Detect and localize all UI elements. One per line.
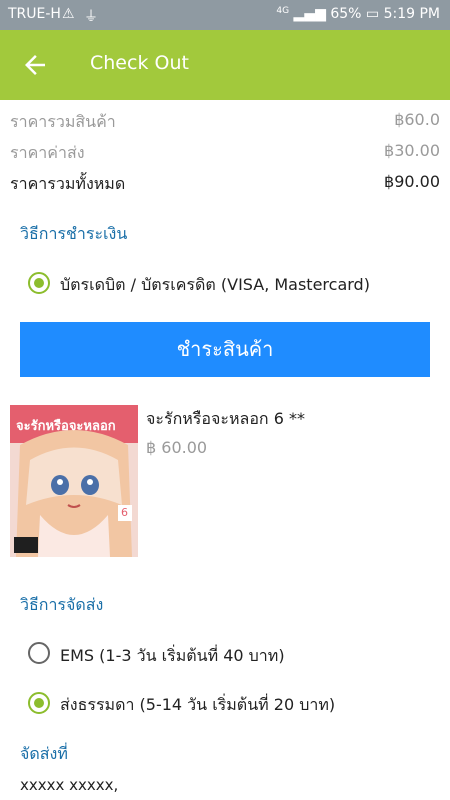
app-bar: Check Out [0,30,450,100]
product-name[interactable]: จะรักหรือจะหลอก 6 ** [146,407,305,432]
warning-icon: ⚠ [62,6,75,22]
shipping-fee-label: ราคาค่าส่ง [10,143,85,162]
address-section-title: จัดส่งที่ [20,744,68,763]
cover-volume: 6 [121,506,128,519]
subtotal-row: ราคารวมสินค้า ฿60.0 [10,110,440,136]
total-label: ราคารวมทั้งหมด [10,174,126,193]
back-arrow-icon[interactable] [20,50,50,80]
subtotal-label: ราคารวมสินค้า [10,112,116,131]
shipping-fee-value: ฿30.00 [384,141,440,160]
network-label: 4G [276,6,290,16]
usb-icon: ⏚ [84,9,98,25]
page-title: Check Out [90,52,189,74]
payment-section-title: วิธีการชำระเงิน [20,224,128,243]
battery-label: 65% [330,6,362,22]
product-price: ฿ 60.00 [146,438,208,457]
address-line: xxxxx xxxxx, [20,776,119,794]
subtotal-value: ฿60.0 [394,110,440,129]
shipping-section-title: วิธีการจัดส่ง [20,595,104,614]
signal-icon: ▂▄▆ [293,6,326,22]
status-right: 4G ▂▄▆ 65% ▭ 5:19 PM [276,6,440,22]
shipping-fee-row: ราคาค่าส่ง ฿30.00 [10,141,440,167]
product-cover-image[interactable]: จะรักหรือจะหลอก 6 [10,405,138,557]
payment-card-label[interactable]: บัตรเดบิต / บัตรเครดิต (VISA, Mastercard… [60,273,370,298]
shipping-normal-radio[interactable] [28,692,50,714]
shipping-ems-label[interactable]: EMS (1-3 วัน เริ่มต้นที่ 40 บาท) [60,644,285,669]
payment-card-radio[interactable] [28,272,50,294]
time-label: 5:19 PM [383,6,440,22]
shipping-normal-label[interactable]: ส่งธรรมดา (5-14 วัน เริ่มต้นที่ 20 บาท) [60,693,335,718]
total-value: ฿90.00 [384,172,440,191]
cover-title: จะรักหรือจะหลอก [16,419,116,434]
battery-icon: ▭ [365,6,380,22]
shipping-ems-radio[interactable] [28,642,50,664]
status-bar: TRUE-H ⚠ ⏚ 4G ▂▄▆ 65% ▭ 5:19 PM [0,0,450,30]
carrier-label: TRUE-H [8,6,61,22]
total-row: ราคารวมทั้งหมด ฿90.00 [10,172,440,198]
pay-button[interactable]: ชำระสินค้า [20,322,430,377]
